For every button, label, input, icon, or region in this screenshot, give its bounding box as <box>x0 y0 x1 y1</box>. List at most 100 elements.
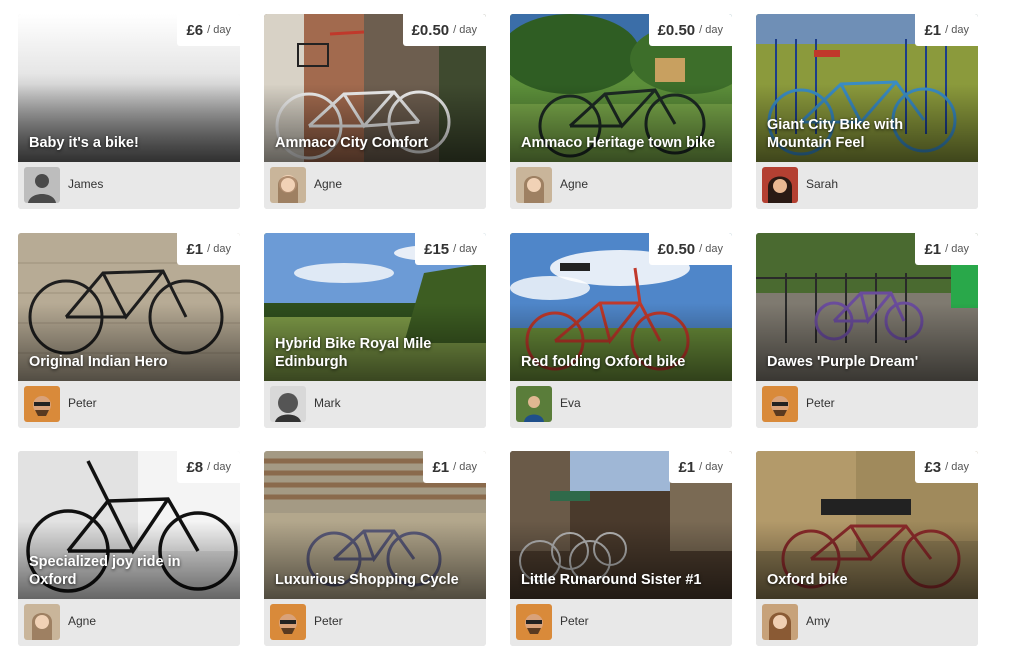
listing-title: Hybrid Bike Royal Mile Edinburgh <box>275 336 432 370</box>
listing-card[interactable]: Hybrid Bike Royal Mile Edinburgh £15 / d… <box>264 233 486 428</box>
price-badge: £0.50 / day <box>648 14 732 46</box>
owner-avatar[interactable] <box>24 167 60 203</box>
owner-name[interactable]: Peter <box>560 614 589 628</box>
price-badge: £15 / day <box>415 233 486 265</box>
listing-card[interactable]: Ammaco Heritage town bike £0.50 / day Ag… <box>510 14 732 209</box>
price-unit: / day <box>945 461 969 473</box>
owner-name[interactable]: Agne <box>68 614 96 628</box>
listing-card[interactable]: Luxurious Shopping Cycle £1 / day Peter <box>264 451 486 646</box>
price-badge: £1 / day <box>177 233 240 265</box>
listing-card[interactable]: Oxford bike £3 / day Amy <box>756 451 978 646</box>
listing-card[interactable]: Little Runaround Sister #1 £1 / day Pete… <box>510 451 732 646</box>
owner-name[interactable]: Peter <box>314 614 343 628</box>
owner-name[interactable]: Peter <box>68 396 97 410</box>
price-unit: / day <box>207 24 231 36</box>
listing-title: Luxurious Shopping Cycle <box>275 572 459 588</box>
price-unit: / day <box>945 24 969 36</box>
owner-row[interactable]: Agne <box>18 599 240 646</box>
price-badge: £0.50 / day <box>648 233 732 265</box>
listing-title: Baby it's a bike! <box>29 135 139 151</box>
listing-photo: Red folding Oxford bike £0.50 / day <box>510 233 732 381</box>
price-amount: £1 <box>432 458 450 476</box>
price-badge: £6 / day <box>177 14 240 46</box>
listing-photo: Original Indian Hero £1 / day <box>18 233 240 381</box>
owner-row[interactable]: Peter <box>264 599 486 646</box>
owner-name[interactable]: Sarah <box>806 177 838 191</box>
owner-name[interactable]: James <box>68 177 103 191</box>
listing-card[interactable]: Giant City Bike with Mountain Feel £1 / … <box>756 14 978 209</box>
listing-title: Original Indian Hero <box>29 354 168 370</box>
owner-avatar[interactable] <box>762 167 798 203</box>
listing-title: Red folding Oxford bike <box>521 354 686 370</box>
owner-avatar[interactable] <box>762 386 798 422</box>
price-unit: / day <box>453 24 477 36</box>
price-amount: £0.50 <box>657 240 696 258</box>
owner-name[interactable]: Mark <box>314 396 341 410</box>
listing-title: Ammaco Heritage town bike <box>521 135 716 151</box>
listing-title: Little Runaround Sister #1 <box>521 572 702 588</box>
price-amount: £15 <box>424 240 450 258</box>
owner-avatar[interactable] <box>24 386 60 422</box>
listing-photo: Oxford bike £3 / day <box>756 451 978 599</box>
price-badge: £0.50 / day <box>402 14 486 46</box>
owner-row[interactable]: Agne <box>264 162 486 209</box>
price-badge: £1 / day <box>915 233 978 265</box>
owner-avatar[interactable] <box>270 167 306 203</box>
price-amount: £1 <box>924 240 942 258</box>
owner-avatar[interactable] <box>762 604 798 640</box>
listing-title: Ammaco City Comfort <box>275 135 429 151</box>
listing-card[interactable]: Specialized joy ride in Oxford £8 / day … <box>18 451 240 646</box>
owner-row[interactable]: Agne <box>510 162 732 209</box>
owner-avatar[interactable] <box>270 604 306 640</box>
owner-avatar[interactable] <box>270 386 306 422</box>
price-amount: £6 <box>186 21 204 39</box>
price-unit: / day <box>207 243 231 255</box>
listing-title: Oxford bike <box>767 572 848 588</box>
price-amount: £1 <box>924 21 942 39</box>
listing-photo: Dawes 'Purple Dream' £1 / day <box>756 233 978 381</box>
listing-card[interactable]: Original Indian Hero £1 / day Peter <box>18 233 240 428</box>
listing-photo: Giant City Bike with Mountain Feel £1 / … <box>756 14 978 162</box>
owner-row[interactable]: Amy <box>756 599 978 646</box>
listing-title: Giant City Bike with Mountain Feel <box>767 117 904 151</box>
listing-title: Dawes 'Purple Dream' <box>767 354 919 370</box>
price-badge: £3 / day <box>915 451 978 483</box>
owner-row[interactable]: James <box>18 162 240 209</box>
owner-name[interactable]: Amy <box>806 614 830 628</box>
price-amount: £8 <box>186 458 204 476</box>
listing-card[interactable]: Red folding Oxford bike £0.50 / day Eva <box>510 233 732 428</box>
owner-row[interactable]: Mark <box>264 381 486 428</box>
owner-avatar[interactable] <box>516 604 552 640</box>
price-unit: / day <box>453 243 477 255</box>
owner-row[interactable]: Peter <box>756 381 978 428</box>
price-badge: £1 / day <box>915 14 978 46</box>
listing-card[interactable]: Baby it's a bike! £6 / day James <box>18 14 240 209</box>
price-badge: £8 / day <box>177 451 240 483</box>
price-amount: £1 <box>186 240 204 258</box>
owner-row[interactable]: Sarah <box>756 162 978 209</box>
owner-name[interactable]: Eva <box>560 396 581 410</box>
price-amount: £1 <box>678 458 696 476</box>
price-unit: / day <box>453 461 477 473</box>
owner-avatar[interactable] <box>24 604 60 640</box>
listing-photo: Ammaco Heritage town bike £0.50 / day <box>510 14 732 162</box>
owner-avatar[interactable] <box>516 167 552 203</box>
owner-row[interactable]: Eva <box>510 381 732 428</box>
price-unit: / day <box>699 461 723 473</box>
owner-name[interactable]: Agne <box>560 177 588 191</box>
owner-row[interactable]: Peter <box>18 381 240 428</box>
listing-card[interactable]: Dawes 'Purple Dream' £1 / day Peter <box>756 233 978 428</box>
price-amount: £3 <box>924 458 942 476</box>
owner-avatar[interactable] <box>516 386 552 422</box>
listing-photo: Luxurious Shopping Cycle £1 / day <box>264 451 486 599</box>
price-unit: / day <box>207 461 231 473</box>
listing-photo: Ammaco City Comfort £0.50 / day <box>264 14 486 162</box>
listing-card[interactable]: Ammaco City Comfort £0.50 / day Agne <box>264 14 486 209</box>
listing-photo: Little Runaround Sister #1 £1 / day <box>510 451 732 599</box>
listing-photo: Baby it's a bike! £6 / day <box>18 14 240 162</box>
owner-row[interactable]: Peter <box>510 599 732 646</box>
bike-listing-grid: Baby it's a bike! £6 / day James Ammaco … <box>0 0 1024 651</box>
owner-name[interactable]: Agne <box>314 177 342 191</box>
owner-name[interactable]: Peter <box>806 396 835 410</box>
price-unit: / day <box>699 24 723 36</box>
